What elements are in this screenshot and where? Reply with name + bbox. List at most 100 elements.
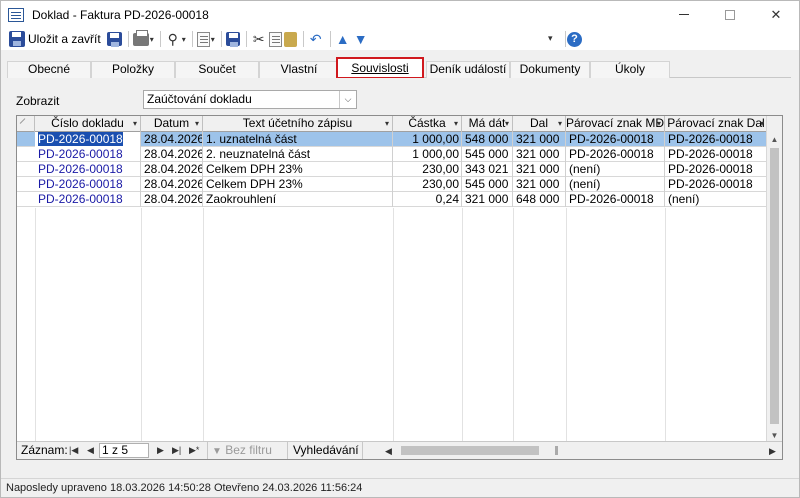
cell-castka[interactable]: 1 000,00 [393,132,462,147]
column-header-parovaci-md[interactable]: Párovací znak MD ▾ [566,116,665,132]
previous-record-button[interactable]: ▲ [335,29,351,49]
column-header-parovaci-dal[interactable]: Párovací znak Dal ▾ [665,116,768,132]
cell-ma-dat[interactable]: 545 000 [462,177,513,192]
table-row[interactable]: PD-2026-00018 28.04.2026 1. uznatelná čá… [17,132,768,147]
cell-datum[interactable]: 28.04.2026 [141,177,203,192]
preview-dropdown-icon[interactable]: ▾ [182,35,186,44]
cell-cislo[interactable]: PD-2026-00018 [35,147,141,162]
copy-button[interactable] [268,29,282,49]
column-dropdown-icon[interactable]: ▾ [558,116,562,131]
table-row[interactable]: PD-2026-00018 28.04.2026 2. neuznatelná … [17,147,768,162]
print-button[interactable]: ▾ [132,29,154,49]
cell-parovaci-md[interactable]: (není) [566,162,665,177]
table-row[interactable]: PD-2026-00018 28.04.2026 Celkem DPH 23% … [17,162,768,177]
cell-parovaci-md[interactable]: PD-2026-00018 [566,192,665,207]
save-close-button[interactable]: Uložit a zavřít [9,29,101,49]
cell-ma-dat[interactable]: 321 000 [462,192,513,207]
export-button[interactable]: ▾ [196,29,215,49]
search-input[interactable]: Vyhledávání [289,442,363,459]
column-header-dal[interactable]: Dal ▾ [513,116,566,132]
cell-text[interactable]: Zaokrouhlení [203,192,393,207]
close-button[interactable]: ✕ [753,1,799,28]
help-button[interactable]: ? [567,29,582,49]
cell-castka[interactable]: 1 000,00 [393,147,462,162]
tab-ukoly[interactable]: Úkoly [590,61,670,78]
cell-text[interactable]: Celkem DPH 23% [203,177,393,192]
column-header-cislo[interactable]: Číslo dokladu ▾ [35,116,141,132]
column-dropdown-icon[interactable]: ▾ [657,116,661,131]
column-header-ma-dat[interactable]: Má dát ▾ [462,116,513,132]
maximize-button[interactable] [707,1,753,28]
column-dropdown-icon[interactable]: ▾ [454,116,458,131]
minimize-button[interactable] [661,1,707,28]
cell-parovaci-dal[interactable]: PD-2026-00018 [665,147,768,162]
cell-cislo[interactable]: PD-2026-00018 [35,162,141,177]
column-dropdown-icon[interactable]: ▾ [385,116,389,131]
undo-button[interactable]: ↶ [308,29,324,49]
print-dropdown-icon[interactable]: ▾ [150,35,154,44]
previous-record-icon[interactable]: ◀ [87,442,94,459]
record-position-input[interactable]: 1 z 5 [99,443,149,458]
toolbar-overflow-icon[interactable]: ▾ [548,33,553,44]
table-row[interactable]: PD-2026-00018 28.04.2026 Celkem DPH 23% … [17,177,768,192]
save-new-button[interactable] [106,29,122,49]
tab-denik-udalosti[interactable]: Deník událostí [426,61,510,78]
cell-dal[interactable]: 321 000 [513,132,566,147]
column-dropdown-icon[interactable]: ▾ [133,116,137,131]
cell-dal[interactable]: 321 000 [513,147,566,162]
cell-datum[interactable]: 28.04.2026 [141,132,203,147]
tab-soucet[interactable]: Součet [175,61,259,78]
no-filter-button[interactable]: ▼ Bez filtru [207,442,288,459]
column-header-datum[interactable]: Datum ▾ [141,116,203,132]
cell-ma-dat[interactable]: 343 021 [462,162,513,177]
first-record-icon[interactable]: |◀ [69,442,78,459]
cell-dal[interactable]: 648 000 [513,192,566,207]
scroll-up-icon[interactable]: ▲ [767,132,782,147]
scroll-left-icon[interactable]: ◀ [385,443,392,459]
export-dropdown-icon[interactable]: ▾ [211,35,215,44]
table-row[interactable]: PD-2026-00018 28.04.2026 Zaokrouhlení 0,… [17,192,768,207]
cell-cislo[interactable]: PD-2026-00018 [35,132,141,147]
preview-button[interactable]: ⚲ ▾ [165,29,186,49]
cell-text[interactable]: 2. neuznatelná část [203,147,393,162]
scroll-right-icon[interactable]: ▶ [769,443,776,459]
cell-castka[interactable]: 230,00 [393,162,462,177]
cell-datum[interactable]: 28.04.2026 [141,192,203,207]
vertical-scrollbar[interactable]: ▲ ▼ [766,116,782,443]
last-record-icon[interactable]: ▶| [172,442,181,459]
cell-text[interactable]: Celkem DPH 23% [203,162,393,177]
cell-dal[interactable]: 321 000 [513,177,566,192]
column-dropdown-icon[interactable]: ▾ [195,116,199,131]
next-record-button[interactable]: ▼ [353,29,369,49]
tab-souvislosti[interactable]: Souvislosti [336,57,424,79]
cell-cislo[interactable]: PD-2026-00018 [35,177,141,192]
next-record-icon[interactable]: ▶ [157,442,164,459]
cell-ma-dat[interactable]: 548 000 [462,132,513,147]
select-all-corner[interactable] [17,116,35,132]
horizontal-scrollbar[interactable]: ◀ ▶ [383,443,781,458]
column-dropdown-icon[interactable]: ▾ [760,116,764,131]
column-header-castka[interactable]: Částka ▾ [393,116,462,132]
zobrazit-select[interactable]: Zaúčtování dokladu ⌵ [143,90,357,109]
cell-parovaci-md[interactable]: PD-2026-00018 [566,132,665,147]
save-button[interactable] [225,29,240,49]
cell-datum[interactable]: 28.04.2026 [141,162,203,177]
cell-parovaci-dal[interactable]: PD-2026-00018 [665,132,768,147]
cell-parovaci-dal[interactable]: (není) [665,192,768,207]
cell-dal[interactable]: 321 000 [513,162,566,177]
cell-datum[interactable]: 28.04.2026 [141,147,203,162]
new-record-icon[interactable]: ▶* [189,442,199,459]
column-dropdown-icon[interactable]: ▾ [505,116,509,131]
column-header-text[interactable]: Text účetního zápisu ▾ [203,116,393,132]
cell-parovaci-dal[interactable]: PD-2026-00018 [665,162,768,177]
cell-text[interactable]: 1. uznatelná část [203,132,393,147]
cut-button[interactable]: ✂ [251,29,267,49]
cell-cislo[interactable]: PD-2026-00018 [35,192,141,207]
tab-dokumenty[interactable]: Dokumenty [510,61,590,78]
cell-parovaci-md[interactable]: (není) [566,177,665,192]
tab-vlastni[interactable]: Vlastní [259,61,339,78]
scrollbar-thumb[interactable] [770,148,779,424]
horizontal-scrollbar-thumb[interactable] [401,446,539,455]
tab-polozky[interactable]: Položky [91,61,175,78]
cell-parovaci-md[interactable]: PD-2026-00018 [566,147,665,162]
